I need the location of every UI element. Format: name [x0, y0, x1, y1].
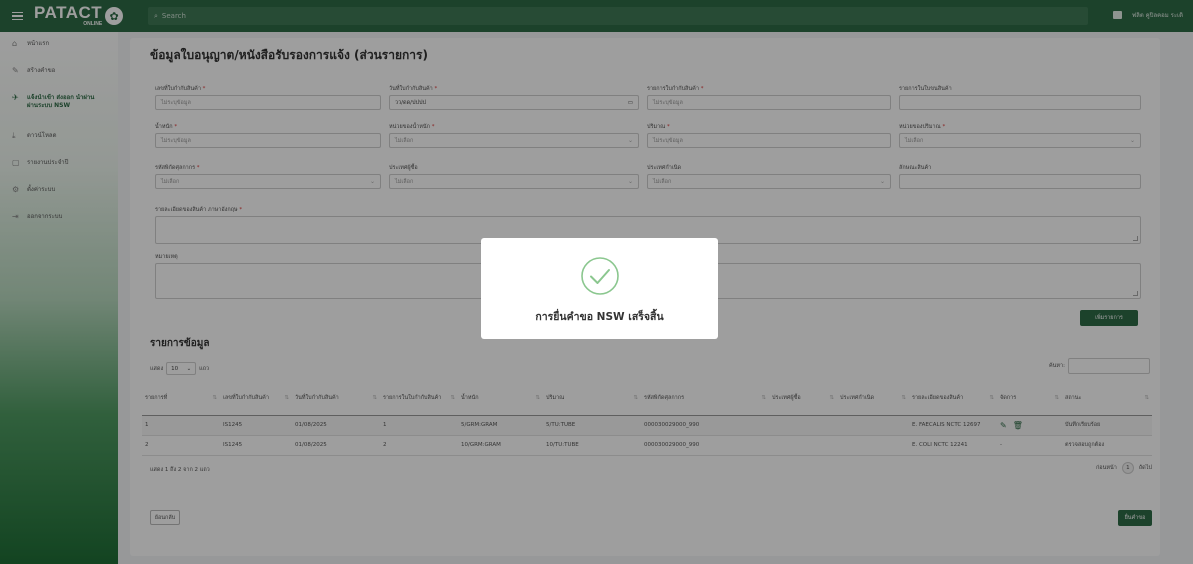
dialog-message: การยื่นคำขอ NSW เสร็จสิ้น — [535, 311, 664, 323]
check-circle-icon — [580, 256, 620, 298]
success-dialog: การยื่นคำขอ NSW เสร็จสิ้น — [481, 238, 718, 339]
